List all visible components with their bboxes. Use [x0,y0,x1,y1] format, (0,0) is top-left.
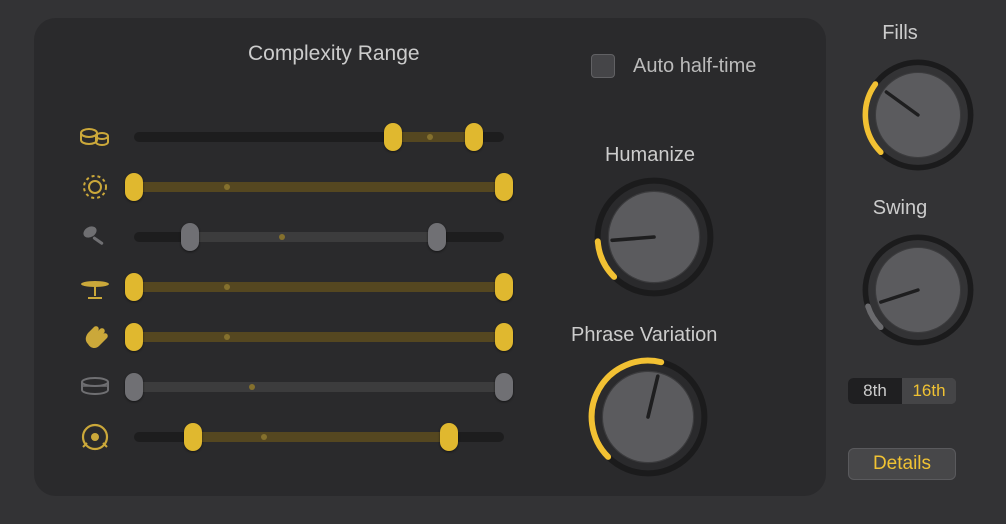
swing-knob[interactable] [862,234,974,346]
tambourine-icon [78,170,112,204]
humanize-group: Humanize [594,144,714,297]
complexity-row-tambourine [78,162,540,212]
fills-knob[interactable] [862,59,974,171]
phrase-variation-knob[interactable] [588,357,708,477]
phrase-variation-label: Phrase Variation [571,324,717,347]
clap-icon [78,320,112,354]
bongos-icon [78,120,112,154]
humanize-knob[interactable] [594,177,714,297]
fills-label: Fills [882,22,918,45]
swing-label: Swing [873,197,927,220]
humanize-label: Humanize [605,144,695,167]
complexity-row-cymbal [78,262,540,312]
complexity-rows [78,112,540,462]
complexity-slider-shaker[interactable] [134,227,504,247]
complexity-slider-snare[interactable] [134,377,504,397]
complexity-slider-clap[interactable] [134,327,504,347]
complexity-slider-tambourine[interactable] [134,177,504,197]
phrase-variation-group: Phrase Variation [571,324,725,477]
kick-icon [78,420,112,454]
complexity-slider-kick[interactable] [134,427,504,447]
auto-half-time-label: Auto half-time [633,55,756,78]
auto-half-time-checkbox[interactable] [591,54,615,78]
complexity-row-snare [78,362,540,412]
right-column: Fills Swing [848,22,988,346]
complexity-slider-cymbal[interactable] [134,277,504,297]
details-button[interactable]: Details [848,448,956,480]
shaker-icon [78,220,112,254]
cymbal-icon [78,270,112,304]
swing-mode-segmented[interactable]: 8th 16th [848,378,956,404]
auto-half-time-row[interactable]: Auto half-time [591,54,756,78]
complexity-row-bongos [78,112,540,162]
complexity-row-shaker [78,212,540,262]
snare-icon [78,370,112,404]
complexity-row-kick [78,412,540,462]
complexity-row-clap [78,312,540,362]
complexity-slider-bongos[interactable] [134,127,504,147]
drummer-settings-panel: Complexity Range Auto half-time [34,18,826,496]
swing-8th-button[interactable]: 8th [848,378,902,404]
swing-16th-button[interactable]: 16th [902,378,956,404]
